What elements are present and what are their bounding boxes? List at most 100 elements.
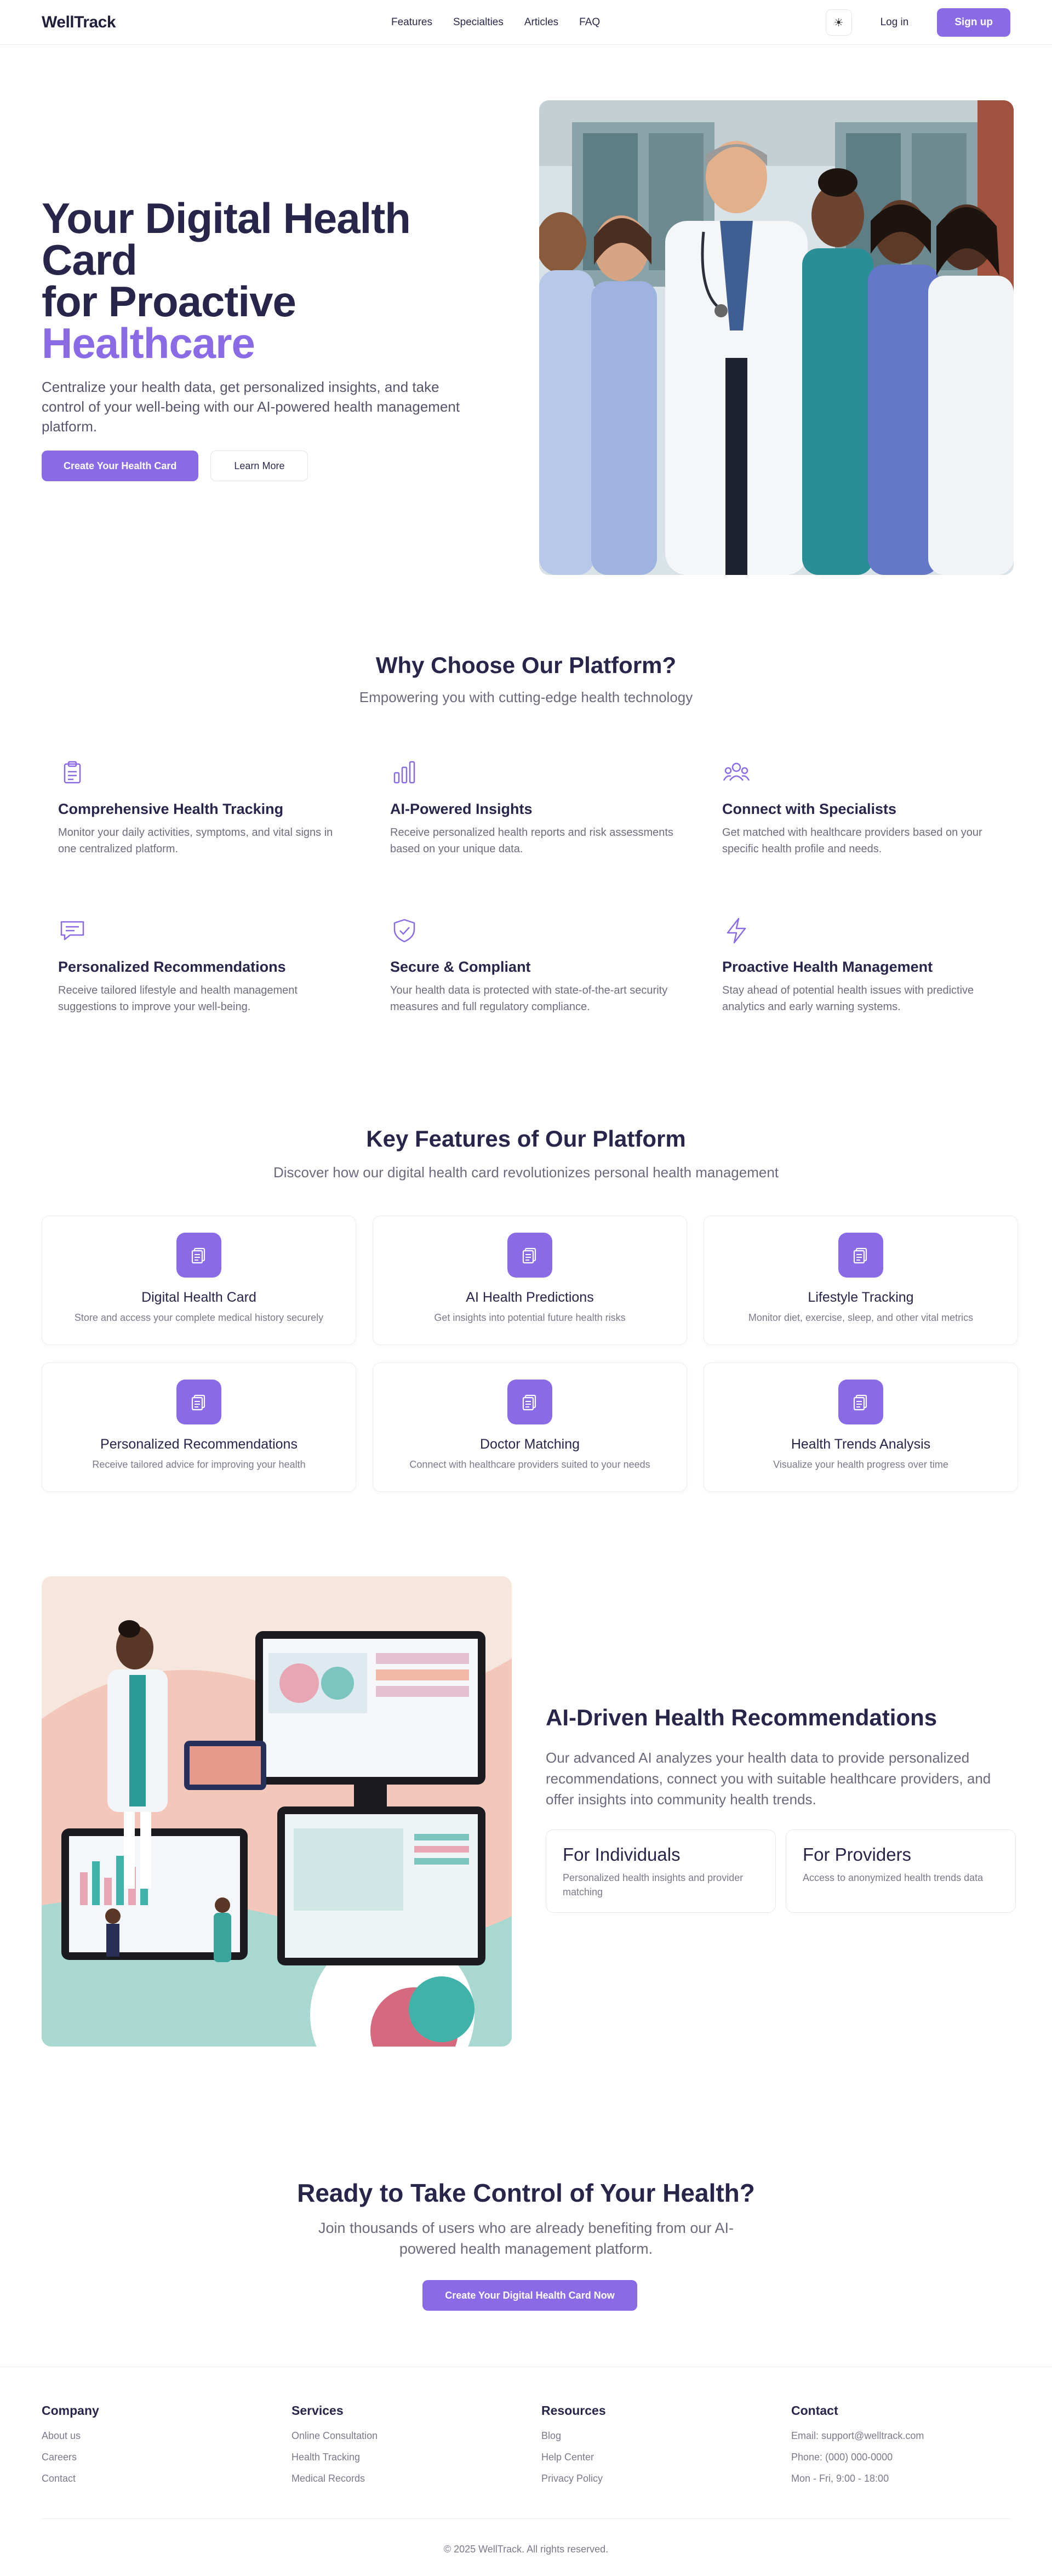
- for-individuals-card[interactable]: For Individuals Personalized health insi…: [546, 1830, 776, 1913]
- nav-link-specialties[interactable]: Specialties: [453, 16, 504, 29]
- for-providers-card[interactable]: For Providers Access to anonymized healt…: [786, 1830, 1016, 1913]
- sun-icon: ☀: [833, 16, 844, 29]
- feature-card[interactable]: Lifestyle Tracking Monitor diet, exercis…: [704, 1216, 1018, 1345]
- clipboard-icon: [64, 761, 81, 784]
- ai-card-title: For Individuals: [563, 1844, 681, 1865]
- why-item-title: Connect with Specialists: [722, 801, 897, 817]
- copyright-text: © 2025 WellTrack. All rights reserved.: [443, 2544, 609, 2555]
- learn-more-button[interactable]: Learn More: [210, 451, 308, 481]
- cta-title: Ready to Take Control of Your Health?: [297, 2179, 755, 2207]
- why-item-proactive: Proactive Health Management Stay ahead o…: [722, 916, 1007, 1015]
- footer-link-about[interactable]: About us: [42, 2430, 272, 2442]
- create-health-card-button[interactable]: Create Your Health Card: [42, 451, 199, 481]
- feature-card[interactable]: AI Health Predictions Get insights into …: [373, 1216, 687, 1345]
- hero-title-line1: Your Digital Health: [42, 194, 411, 242]
- ai-section-title: AI-Driven Health Recommendations: [546, 1705, 937, 1730]
- why-item-insights: AI-Powered Insights Receive personalized…: [390, 759, 675, 857]
- why-item-tracking: Comprehensive Health Tracking Monitor yo…: [58, 759, 343, 857]
- why-item-title: Secure & Compliant: [390, 959, 531, 975]
- login-button[interactable]: Log in: [864, 9, 925, 36]
- ai-card-desc: Access to anonymized health trends data: [803, 1872, 984, 1883]
- why-item-recommendations: Personalized Recommendations Receive tai…: [58, 916, 343, 1015]
- feature-card-desc: Monitor diet, exercise, sleep, and other…: [748, 1312, 974, 1323]
- footer-column-company: Company About us Careers Contact: [42, 2403, 272, 2494]
- footer-link-online-consultation[interactable]: Online Consultation: [291, 2430, 522, 2442]
- footer-heading: Resources: [541, 2403, 606, 2418]
- theme-toggle-button[interactable]: ☀: [825, 9, 852, 36]
- why-section-title: Why Choose Our Platform?: [375, 652, 677, 678]
- nav-link-faq[interactable]: FAQ: [579, 16, 600, 29]
- nav-link-features[interactable]: Features: [391, 16, 432, 29]
- footer-link-blog[interactable]: Blog: [541, 2430, 771, 2442]
- document-copy-icon: [838, 1233, 883, 1278]
- document-copy-icon: [176, 1380, 221, 1424]
- feature-card-desc: Receive tailored advice for improving yo…: [92, 1459, 306, 1470]
- hero-image-medical-team: [539, 100, 1014, 575]
- ai-illustration: [42, 1576, 512, 2047]
- why-item-secure: Secure & Compliant Your health data is p…: [390, 916, 675, 1015]
- feature-card-desc: Get insights into potential future healt…: [434, 1312, 626, 1323]
- feature-card-title: Digital Health Card: [141, 1290, 256, 1305]
- footer-contact-email[interactable]: Email: support@welltrack.com: [791, 2430, 1021, 2442]
- why-item-title: Comprehensive Health Tracking: [58, 801, 284, 817]
- feature-card[interactable]: Digital Health Card Store and access you…: [42, 1216, 356, 1345]
- hero-title-line2: Card: [42, 236, 138, 284]
- features-section-subtitle: Discover how our digital health card rev…: [273, 1164, 779, 1181]
- why-item-desc: Receive tailored lifestyle and health ma…: [58, 984, 298, 1013]
- footer-link-contact[interactable]: Contact: [42, 2473, 272, 2484]
- hero-buttons: Create Your Health Card Learn More: [42, 451, 480, 481]
- footer-link-privacy-policy[interactable]: Privacy Policy: [541, 2473, 771, 2484]
- footer-link-careers[interactable]: Careers: [42, 2452, 272, 2463]
- nav-actions: ☀ Log in Sign up: [825, 0, 1010, 45]
- feature-card-title: Doctor Matching: [479, 1437, 580, 1452]
- footer-contact-hours: Mon - Fri, 9:00 - 18:00: [791, 2473, 889, 2484]
- hero-title-line3: for Proactive: [42, 277, 296, 326]
- why-item-desc: Stay ahead of potential health issues wi…: [722, 984, 974, 1013]
- feature-card-desc: Connect with healthcare providers suited…: [409, 1459, 650, 1470]
- footer-link-medical-records[interactable]: Medical Records: [291, 2473, 522, 2484]
- document-copy-icon: [176, 1233, 221, 1278]
- nav-link-articles[interactable]: Articles: [524, 16, 558, 29]
- document-copy-icon: [838, 1380, 883, 1424]
- cta-subtitle: Join thousands of users who are already …: [318, 2220, 734, 2257]
- ai-card-desc: Personalized health insights and provide…: [563, 1872, 744, 1897]
- feature-card[interactable]: Doctor Matching Connect with healthcare …: [373, 1363, 687, 1492]
- footer-link-help-center[interactable]: Help Center: [541, 2452, 771, 2463]
- footer-heading: Company: [42, 2403, 99, 2418]
- document-copy-icon: [507, 1233, 552, 1278]
- why-item-desc: Monitor your daily activities, symptoms,…: [58, 827, 333, 855]
- hero-title: Your Digital Health Card for Proactive H…: [42, 197, 480, 364]
- document-copy-icon: [507, 1380, 552, 1424]
- feature-card-title: Lifestyle Tracking: [808, 1290, 914, 1305]
- why-item-title: Proactive Health Management: [722, 959, 933, 975]
- features-section-title: Key Features of Our Platform: [366, 1126, 686, 1152]
- why-item-title: AI-Powered Insights: [390, 801, 533, 817]
- footer-column-services: Services Online Consultation Health Trac…: [291, 2403, 522, 2494]
- why-item-specialists: Connect with Specialists Get matched wit…: [722, 759, 1007, 857]
- footer-heading: Contact: [791, 2403, 838, 2418]
- feature-card-desc: Store and access your complete medical h…: [74, 1312, 324, 1323]
- users-icon: [723, 762, 750, 781]
- feature-card[interactable]: Personalized Recommendations Receive tai…: [42, 1363, 356, 1492]
- create-digital-health-card-button[interactable]: Create Your Digital Health Card Now: [422, 2280, 637, 2311]
- logo[interactable]: WellTrack: [42, 13, 116, 32]
- ai-section-desc: Our advanced AI analyzes your health dat…: [546, 1749, 991, 1808]
- footer: Company About us Careers Contact Service…: [0, 2367, 1052, 2576]
- hero-title-accent: Healthcare: [42, 319, 255, 367]
- feature-card[interactable]: Health Trends Analysis Visualize your he…: [704, 1363, 1018, 1492]
- why-item-desc: Receive personalized health reports and …: [390, 827, 673, 855]
- nav-links: Features Specialties Articles FAQ: [391, 0, 600, 45]
- hero-subtitle: Centralize your health data, get persona…: [42, 379, 460, 435]
- feature-card-desc: Visualize your health progress over time: [773, 1459, 948, 1470]
- footer-contact-phone: Phone: (000) 000-0000: [791, 2452, 893, 2463]
- feature-card-title: Health Trends Analysis: [791, 1437, 931, 1452]
- bar-chart-icon: [393, 761, 415, 784]
- footer-link-health-tracking[interactable]: Health Tracking: [291, 2452, 522, 2463]
- why-item-desc: Your health data is protected with state…: [390, 984, 668, 1013]
- footer-column-resources: Resources Blog Help Center Privacy Polic…: [541, 2403, 771, 2494]
- footer-heading: Services: [291, 2403, 344, 2418]
- why-item-desc: Get matched with healthcare providers ba…: [722, 827, 982, 855]
- signup-button[interactable]: Sign up: [937, 8, 1010, 37]
- hero-text: Your Digital Health Card for Proactive H…: [42, 197, 480, 481]
- why-section-subtitle: Empowering you with cutting-edge health …: [359, 689, 693, 705]
